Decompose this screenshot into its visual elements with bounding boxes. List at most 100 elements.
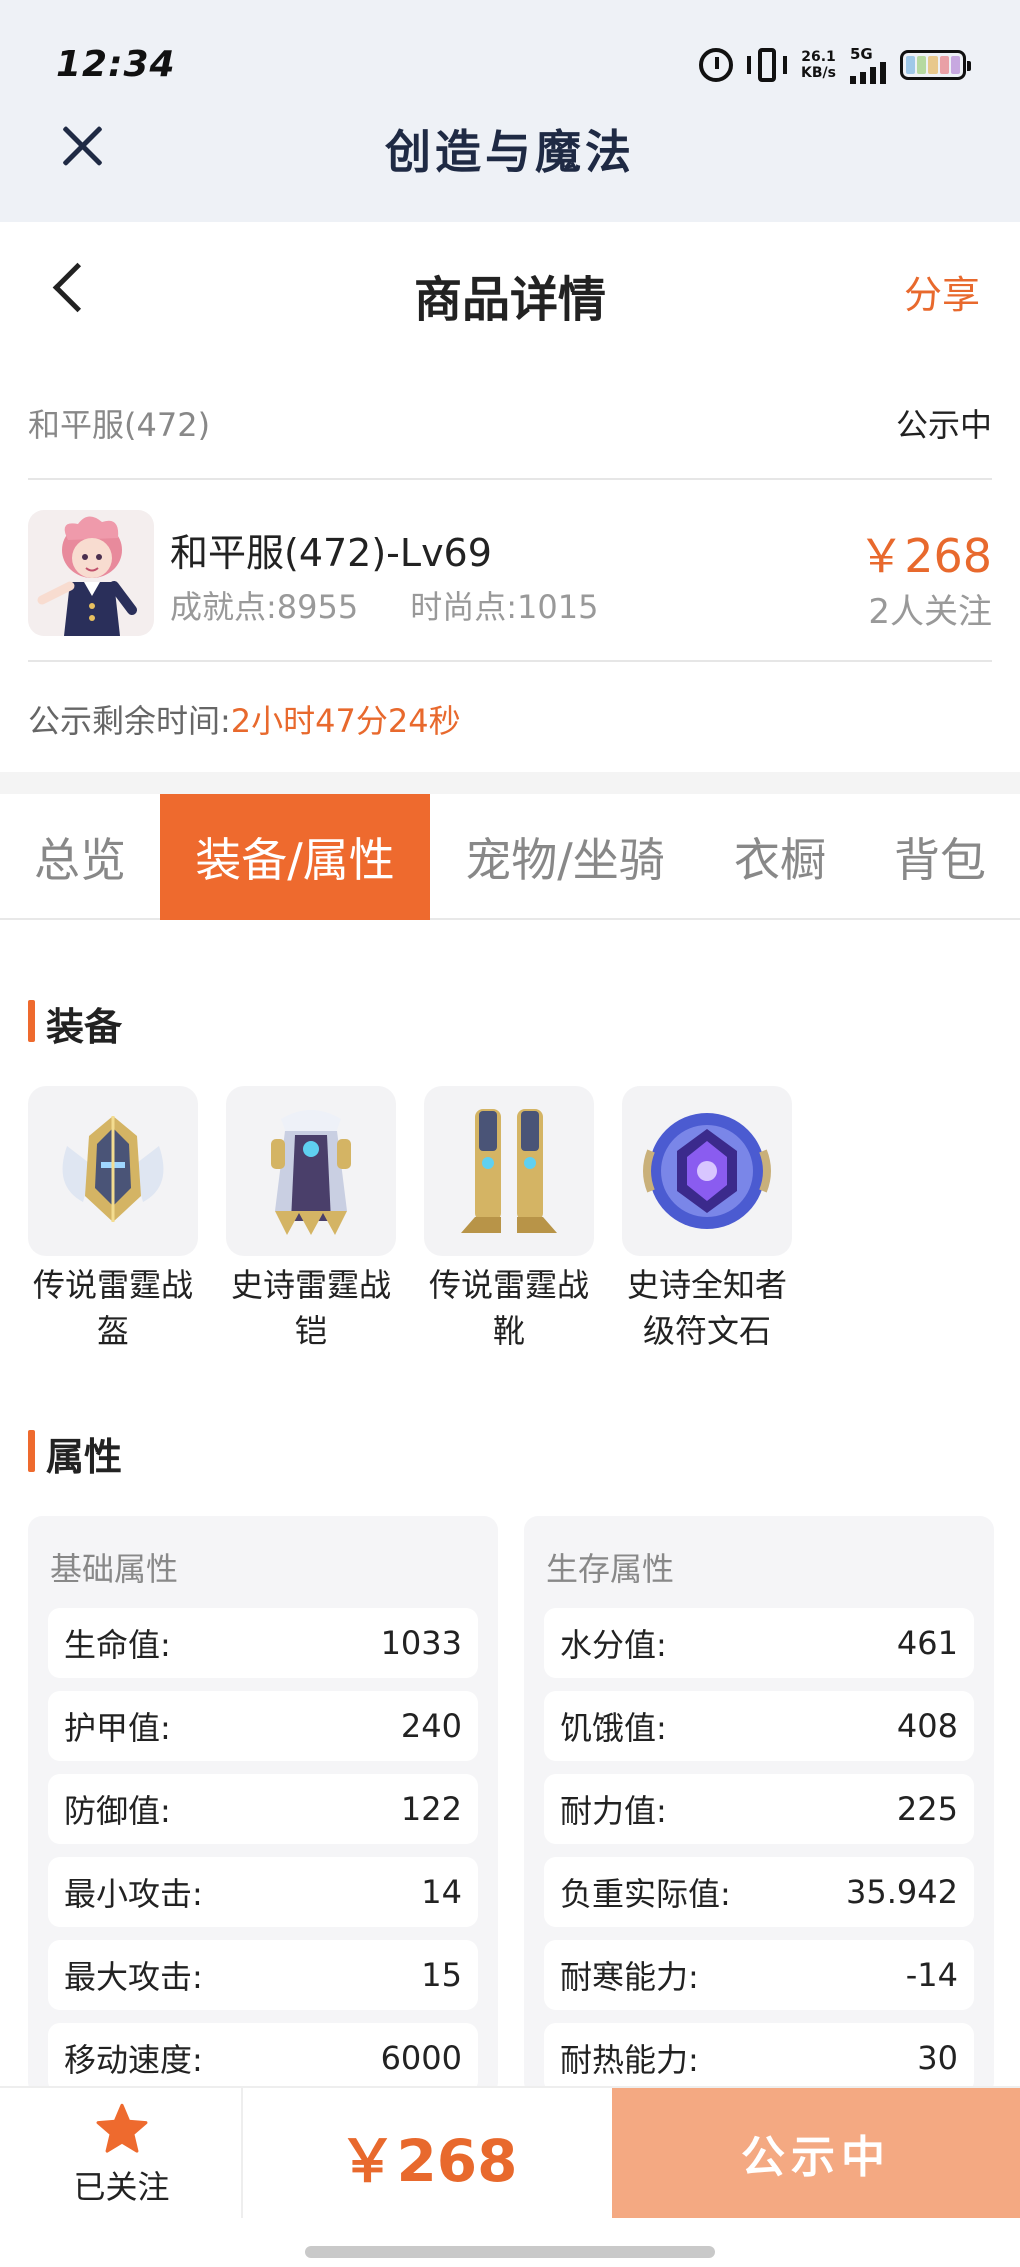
attributes-section-title: 属性 (28, 1426, 122, 1481)
basic-attributes-panel: 基础属性 生命值: 1033 护甲值: 240 防御值: 122 最小攻击: 14 最大… (28, 1516, 498, 2096)
net-speed-value: 26.1 (801, 49, 836, 65)
status-icons: 26.1 KB/s 5G (699, 46, 971, 84)
avatar (28, 510, 154, 636)
attribute-value: 461 (896, 1624, 958, 1662)
net-speed-unit: KB/s (801, 65, 836, 81)
countdown: 公示剩余时间:2小时47分24秒 (28, 696, 461, 742)
equipment-item[interactable]: 史诗雷霆战 铠 (226, 1086, 396, 1354)
attribute-row: 耐力值: 225 (544, 1774, 974, 1844)
net-speed: 26.1 KB/s (801, 49, 836, 81)
attribute-value: 35.942 (846, 1873, 958, 1911)
tab-pets-mounts[interactable]: 宠物/坐骑 (430, 794, 700, 920)
bottom-price: ￥268 (338, 2127, 518, 2195)
equipment-name-line: 传说雷霆战 (32, 1266, 193, 1304)
attribute-label: 最大攻击: (64, 1958, 203, 1996)
attribute-label: 护甲值: (64, 1709, 171, 1747)
attribute-row: 耐热能力: 30 (544, 2023, 974, 2093)
item-points: 成就点:8955 时尚点:1015 (170, 582, 650, 628)
attribute-label: 移动速度: (64, 2041, 203, 2079)
attribute-row: 饥饿值: 408 (544, 1691, 974, 1761)
tab-overview[interactable]: 总览 (0, 794, 160, 920)
vibrate-icon (747, 48, 788, 82)
boots-icon (424, 1086, 594, 1256)
attribute-label: 最小攻击: (64, 1875, 203, 1913)
equipment-name: 史诗全知者 级符文石 (617, 1262, 797, 1354)
attribute-row: 最小攻击: 14 (48, 1857, 478, 1927)
countdown-value: 2小时47分24秒 (230, 702, 461, 740)
server-row: 和平服(472) 公示中 (28, 370, 992, 480)
attribute-value: 14 (421, 1873, 462, 1911)
attribute-row: 移动速度: 6000 (48, 2023, 478, 2093)
attribute-value: 1033 (380, 1624, 462, 1662)
attribute-value: -14 (905, 1956, 958, 1994)
attribute-label: 水分值: (560, 1626, 667, 1664)
rune-stone-icon (622, 1086, 792, 1256)
attribute-value: 30 (917, 2039, 958, 2077)
section-divider (0, 772, 1020, 794)
signal-icon: 5G (850, 46, 886, 84)
equipment-name-line: 史诗全知者 (626, 1266, 787, 1304)
equipment-name-line: 传说雷霆战 (428, 1266, 589, 1304)
equipment-name: 史诗雷霆战 铠 (221, 1262, 401, 1354)
equipment-name: 传说雷霆战 盔 (23, 1262, 203, 1354)
status-action-button[interactable]: 公示中 (612, 2088, 1020, 2218)
status-time: 12:34 (56, 44, 176, 85)
item-price: ￥268 (858, 529, 992, 583)
attribute-label: 耐力值: (560, 1792, 667, 1830)
attribute-label: 饥饿值: (560, 1709, 667, 1747)
home-indicator[interactable] (305, 2246, 715, 2258)
equipment-name-line: 史诗雷霆战 (230, 1266, 391, 1304)
app-title: 创造与魔法 (385, 125, 635, 179)
follow-label: 已关注 (73, 2168, 170, 2206)
equipment-name-line: 盔 (96, 1312, 129, 1350)
attribute-value: 6000 (380, 2039, 462, 2077)
item-name: 和平服(472)-Lv69 (170, 531, 492, 575)
tab-backpack[interactable]: 背包 (860, 794, 1020, 920)
armor-icon (226, 1086, 396, 1256)
equipment-item[interactable]: 传说雷霆战 盔 (28, 1086, 198, 1354)
attribute-label: 生命值: (64, 1626, 171, 1664)
battery-icon (900, 50, 971, 80)
fashion-points: 时尚点:1015 (410, 588, 599, 626)
attribute-value: 122 (400, 1790, 462, 1828)
tab-wardrobe[interactable]: 衣橱 (700, 794, 860, 920)
tab-equipment-attributes[interactable]: 装备/属性 (160, 794, 430, 920)
item-summary: 和平服(472)-Lv69 成就点:8955 时尚点:1015 ￥268 2人关注 (28, 482, 992, 662)
attribute-row: 耐寒能力: -14 (544, 1940, 974, 2010)
page-title: 商品详情 (413, 272, 606, 328)
equipment-name-line: 靴 (492, 1312, 525, 1350)
panel-title: 生存属性 (546, 1550, 675, 1588)
countdown-label: 公示剩余时间: (28, 702, 231, 740)
attribute-value: 240 (400, 1707, 462, 1745)
page-header: 商品详情 分享 (0, 222, 1020, 352)
attribute-label: 负重实际值: (560, 1875, 731, 1913)
attribute-row: 防御值: 122 (48, 1774, 478, 1844)
helmet-icon (28, 1086, 198, 1256)
network-type: 5G (850, 45, 873, 63)
share-button[interactable]: 分享 (904, 264, 980, 319)
equipment-name-line: 级符文石 (642, 1312, 771, 1350)
bottom-action-bar: 已关注 ￥268 公示中 (0, 2086, 1020, 2218)
app-top-bar: 12:34 26.1 KB/s 5G 创造与魔法 (0, 0, 1020, 222)
attribute-value: 15 (421, 1956, 462, 1994)
attribute-row: 生命值: 1033 (48, 1608, 478, 1678)
star-icon (96, 2103, 148, 2153)
attribute-label: 耐寒能力: (560, 1958, 699, 1996)
attribute-label: 防御值: (64, 1792, 171, 1830)
alarm-icon (699, 48, 734, 82)
attribute-row: 最大攻击: 15 (48, 1940, 478, 2010)
equipment-item[interactable]: 史诗全知者 级符文石 (622, 1086, 792, 1354)
follower-count: 2人关注 (868, 592, 992, 632)
attribute-label: 耐热能力: (560, 2041, 699, 2079)
attribute-row: 水分值: 461 (544, 1608, 974, 1678)
follow-button[interactable]: 已关注 (0, 2088, 243, 2218)
equipment-name: 传说雷霆战 靴 (419, 1262, 599, 1354)
server-name: 和平服(472) (28, 406, 211, 444)
listing-status: 公示中 (895, 406, 992, 444)
attribute-row: 护甲值: 240 (48, 1691, 478, 1761)
tab-bar: 总览 装备/属性 宠物/坐骑 衣橱 背包 (0, 794, 1020, 920)
equipment-name-line: 铠 (294, 1312, 327, 1350)
survival-attributes-panel: 生存属性 水分值: 461 饥饿值: 408 耐力值: 225 负重实际值: 35.94… (524, 1516, 994, 2096)
attribute-value: 408 (896, 1707, 958, 1745)
equipment-item[interactable]: 传说雷霆战 靴 (424, 1086, 594, 1354)
